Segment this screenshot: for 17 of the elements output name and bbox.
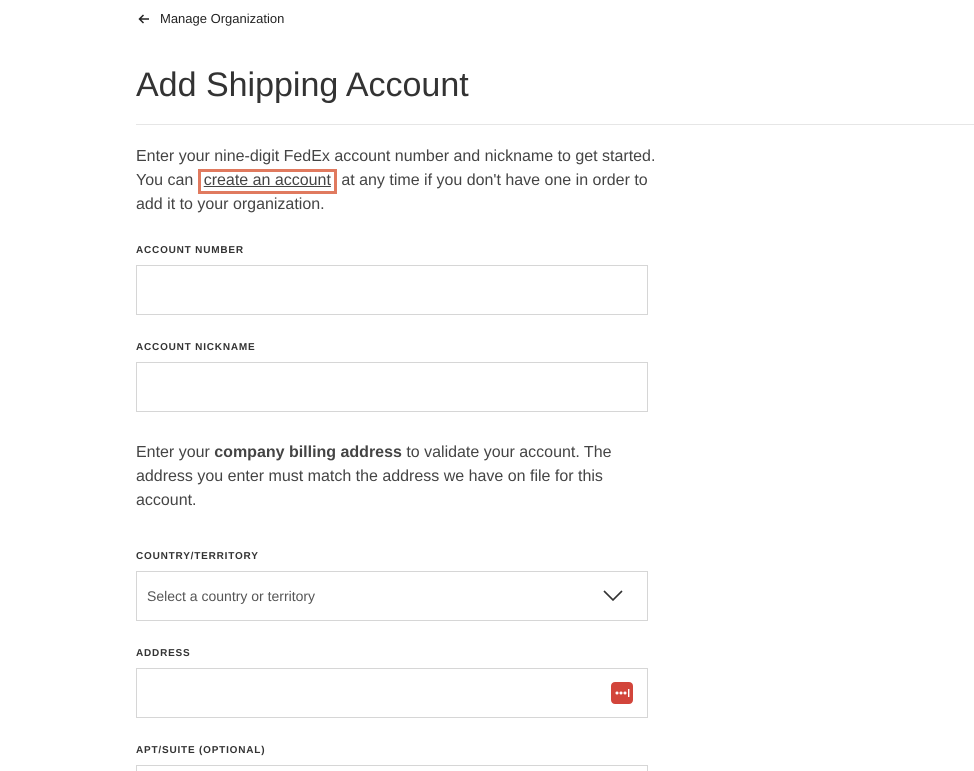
password-manager-icon[interactable] xyxy=(611,682,633,704)
chevron-down-icon xyxy=(603,590,623,602)
field-label: ACCOUNT NUMBER xyxy=(136,246,245,256)
billing-note: Enter your company billing address to validate your account. The address you enter must match the address we have on file for this account. xyxy=(136,443,612,511)
field-label: ADDRESS xyxy=(136,649,192,659)
input-field[interactable] xyxy=(136,362,648,412)
back-link[interactable]: Manage Organization xyxy=(138,0,974,28)
input-field[interactable] xyxy=(136,668,648,718)
country-select[interactable]: Select a country or territory xyxy=(136,571,648,621)
field-label: ACCOUNT NICKNAME xyxy=(136,343,256,353)
input-field[interactable] xyxy=(136,265,648,315)
back-arrow-icon xyxy=(138,14,150,24)
field-label: APT/SUITE (OPTIONAL) xyxy=(136,746,266,756)
field-label: COUNTRY/TERRITORY xyxy=(136,552,260,562)
page-title: Add Shipping Account xyxy=(136,68,470,102)
create-account-link[interactable]: create an account xyxy=(204,172,331,189)
intro-text: Enter your nine-digit FedEx account number and nickname to get started. You can create an account at any time if you don't have one in order to add it to your organization. xyxy=(136,147,656,215)
